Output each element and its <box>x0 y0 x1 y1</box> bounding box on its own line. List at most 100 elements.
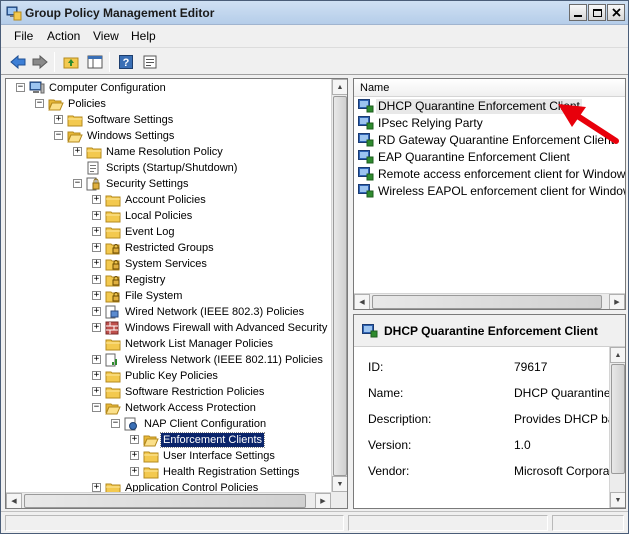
expand-icon[interactable]: + <box>92 275 101 284</box>
scroll-up-button[interactable]: ▲ <box>332 79 347 95</box>
list-horizontal-scrollbar[interactable]: ◀ ▶ <box>354 293 625 309</box>
tree-node[interactable]: + Windows Firewall with Advanced Security <box>6 320 331 336</box>
gpme-window: Group Policy Management Editor File Acti… <box>0 0 629 534</box>
tree-node[interactable]: + Account Policies <box>6 192 331 208</box>
scroll-left-button[interactable]: ◀ <box>6 493 22 508</box>
minimize-button[interactable] <box>569 4 587 21</box>
scroll-up-button[interactable]: ▲ <box>610 347 625 363</box>
expand-icon[interactable]: + <box>92 355 101 364</box>
expand-icon[interactable]: + <box>92 259 101 268</box>
scroll-down-button[interactable]: ▼ <box>332 476 347 492</box>
detail-label: Description: <box>368 412 432 426</box>
tree-node-label: Security Settings <box>106 178 189 190</box>
folder-icon <box>143 465 159 479</box>
collapse-icon[interactable]: − <box>35 99 44 108</box>
folder-open-icon <box>67 129 83 143</box>
scroll-down-button[interactable]: ▼ <box>610 492 625 508</box>
list-item[interactable]: Remote access enforcement client for Win… <box>356 166 625 183</box>
firewall-icon <box>105 321 121 335</box>
expand-icon[interactable]: + <box>92 483 101 492</box>
expand-icon[interactable]: + <box>54 115 63 124</box>
maximize-button[interactable] <box>588 4 606 21</box>
tree-node[interactable]: + Registry <box>6 272 331 288</box>
collapse-icon[interactable]: − <box>16 83 25 92</box>
list-item[interactable]: Wireless EAPOL enforcement client for Wi… <box>356 183 625 200</box>
expand-icon[interactable]: + <box>92 307 101 316</box>
tree-node[interactable]: + User Interface Settings <box>6 448 331 464</box>
collapse-icon[interactable]: − <box>111 419 120 428</box>
expand-icon[interactable]: + <box>73 147 82 156</box>
column-header-label: Name <box>360 82 390 94</box>
enforcement-client-icon <box>358 150 374 164</box>
properties-button[interactable] <box>140 52 160 72</box>
expand-icon[interactable]: + <box>92 195 101 204</box>
folder-up-icon <box>63 57 79 69</box>
tree-node[interactable]: + Event Log <box>6 224 331 240</box>
list-hscroll-thumb[interactable] <box>372 295 602 309</box>
maximize-icon <box>592 8 602 17</box>
scroll-left-button[interactable]: ◀ <box>354 294 370 309</box>
expand-icon[interactable]: + <box>92 387 101 396</box>
tree-node[interactable]: + Software Restriction Policies <box>6 384 331 400</box>
menu-file[interactable]: File <box>14 29 33 43</box>
tree-hscroll-thumb[interactable] <box>24 494 306 508</box>
tree-horizontal-scrollbar[interactable]: ◀ ▶ <box>6 492 331 508</box>
properties-icon <box>143 55 157 69</box>
tree-node[interactable]: + Enforcement Clients <box>6 432 331 448</box>
expand-icon[interactable]: + <box>92 371 101 380</box>
tree-node-label: Restricted Groups <box>125 242 214 254</box>
toolbar: ? <box>1 47 628 75</box>
tree-node[interactable]: + Software Settings <box>6 112 331 128</box>
tree-vertical-scrollbar[interactable]: ▲ ▼ <box>331 79 347 492</box>
tree-node[interactable]: + Restricted Groups <box>6 240 331 256</box>
expand-icon[interactable]: + <box>92 291 101 300</box>
expand-icon[interactable]: + <box>130 451 139 460</box>
tree-vscroll-thumb[interactable] <box>333 96 347 476</box>
tree-node[interactable]: + Wired Network (IEEE 802.3) Policies <box>6 304 331 320</box>
tree-node[interactable]: − Policies <box>6 96 331 112</box>
tree-node[interactable]: Scripts (Startup/Shutdown) <box>6 160 331 176</box>
collapse-icon[interactable]: − <box>73 179 82 188</box>
show-hide-tree-button[interactable] <box>85 52 105 72</box>
description-vscroll-thumb[interactable] <box>611 364 625 474</box>
tree-node[interactable]: + File System <box>6 288 331 304</box>
back-button[interactable] <box>8 52 28 72</box>
list-item[interactable]: EAP Quarantine Enforcement Client <box>356 149 625 166</box>
menu-help[interactable]: Help <box>131 29 156 43</box>
title-bar[interactable]: Group Policy Management Editor <box>1 1 628 25</box>
tree-node[interactable]: − Network Access Protection <box>6 400 331 416</box>
tree-node[interactable]: + Public Key Policies <box>6 368 331 384</box>
tree-node[interactable]: Network List Manager Policies <box>6 336 331 352</box>
console-tree[interactable]: − Computer Configuration − Policies + Softwar… <box>5 78 348 509</box>
tree-node[interactable]: + Health Registration Settings <box>6 464 331 480</box>
tree-node[interactable]: − NAP Client Configuration <box>6 416 331 432</box>
expand-icon[interactable]: + <box>92 211 101 220</box>
tree-node[interactable]: + System Services <box>6 256 331 272</box>
tree-node[interactable]: + Local Policies <box>6 208 331 224</box>
expand-icon[interactable]: + <box>92 323 101 332</box>
tree-node[interactable]: + Name Resolution Policy <box>6 144 331 160</box>
up-one-level-button[interactable] <box>61 52 81 72</box>
menu-view[interactable]: View <box>93 29 119 43</box>
close-button[interactable] <box>607 4 625 21</box>
help-button[interactable]: ? <box>116 52 136 72</box>
expand-icon[interactable]: + <box>92 243 101 252</box>
scroll-right-button[interactable]: ▶ <box>609 294 625 309</box>
description-vertical-scrollbar[interactable]: ▲ ▼ <box>609 347 625 508</box>
tree-node[interactable]: − Computer Configuration <box>6 80 331 96</box>
tree-node[interactable]: − Windows Settings <box>6 128 331 144</box>
collapse-icon[interactable]: − <box>54 131 63 140</box>
column-header-name[interactable]: Name <box>354 79 625 97</box>
forward-button[interactable] <box>30 52 50 72</box>
scroll-right-button[interactable]: ▶ <box>315 493 331 508</box>
tree-node-label: Wireless Network (IEEE 802.11) Policies <box>125 354 323 366</box>
menu-action[interactable]: Action <box>47 29 80 43</box>
tree-node-label: Network Access Protection <box>125 402 256 414</box>
collapse-icon[interactable]: − <box>92 403 101 412</box>
tree-node[interactable]: − Security Settings <box>6 176 331 192</box>
expand-icon[interactable]: + <box>130 435 139 444</box>
expand-icon[interactable]: + <box>130 467 139 476</box>
close-icon <box>611 8 621 17</box>
expand-icon[interactable]: + <box>92 227 101 236</box>
tree-node[interactable]: + Wireless Network (IEEE 802.11) Policies <box>6 352 331 368</box>
